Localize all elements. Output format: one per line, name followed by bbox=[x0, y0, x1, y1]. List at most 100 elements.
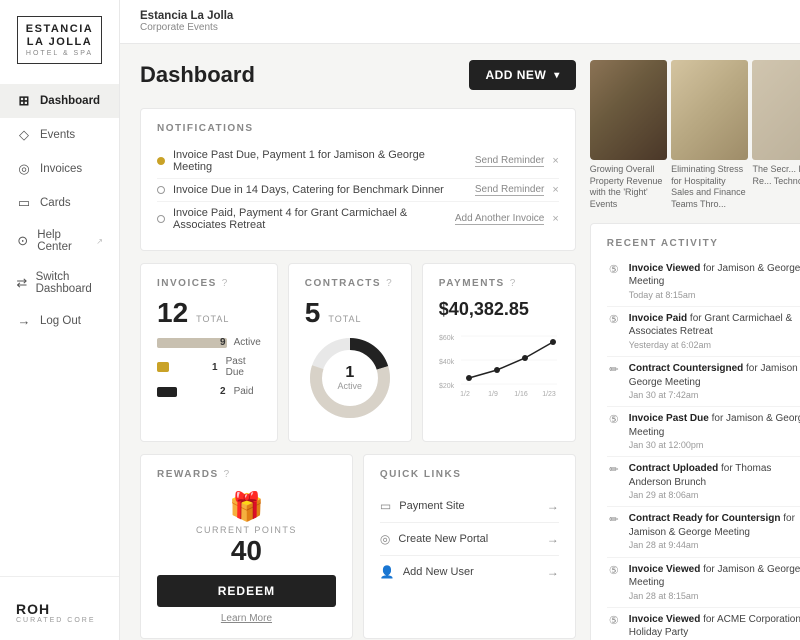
left-column: Dashboard ADD NEW ▾ NOTIFICATIONS Invoic… bbox=[140, 60, 576, 640]
main-area: Estancia La Jolla Corporate Events Dashb… bbox=[120, 0, 800, 640]
invoices-total-num: 12 bbox=[157, 299, 188, 327]
sidebar-item-switch-dashboard[interactable]: ⇄ Switch Dashboard bbox=[0, 262, 119, 304]
learn-more-link[interactable]: Learn More bbox=[157, 613, 336, 624]
activity-item-6: ✏ Contract Ready for Countersign for Jam… bbox=[607, 507, 800, 557]
activity-text-3: Contract Countersigned for Jamison & Geo… bbox=[629, 362, 800, 389]
rewards-title: REWARDS bbox=[157, 469, 219, 480]
add-user-label: Add New User bbox=[403, 566, 474, 578]
notification-item-2: Invoice Due in 14 Days, Catering for Ben… bbox=[157, 179, 559, 202]
sidebar-label-dashboard: Dashboard bbox=[40, 95, 100, 107]
quick-link-add-user[interactable]: 👤 Add New User → bbox=[380, 556, 559, 588]
notif-dot-outline-2 bbox=[157, 186, 165, 194]
quick-link-payment-site[interactable]: ▭ Payment Site → bbox=[380, 490, 559, 523]
activity-text-7: Invoice Viewed for Jamison & George Meet… bbox=[629, 563, 800, 590]
activity-item-1: ⑤ Invoice Viewed for Jamison & George Me… bbox=[607, 257, 800, 307]
sidebar-item-log-out[interactable]: → Log Out bbox=[0, 304, 119, 337]
payment-chart: $60k $40k $20k bbox=[439, 328, 559, 401]
logo-area: ESTANCIA LA JOLLA HOTEL & SPA bbox=[0, 16, 119, 84]
rewards-help-icon[interactable]: ? bbox=[224, 469, 230, 480]
svg-text:$20k: $20k bbox=[439, 383, 455, 390]
invoices-help-icon[interactable]: ? bbox=[222, 278, 228, 289]
invoice-icon-5: ⑤ bbox=[607, 614, 621, 640]
add-new-button[interactable]: ADD NEW ▾ bbox=[469, 60, 575, 90]
invoice-icon-4: ⑤ bbox=[607, 564, 621, 602]
invoice-icon-1: ⑤ bbox=[607, 263, 621, 301]
logo-line1: ESTANCIA bbox=[26, 23, 93, 36]
quick-links-card: QUICK LINKS ▭ Payment Site → ◎ Create Ne… bbox=[363, 454, 576, 639]
roh-text: ROH bbox=[16, 601, 103, 617]
contracts-label: CONTRACTS bbox=[305, 278, 381, 289]
inv-bar-paid: 2 Paid bbox=[157, 386, 261, 397]
paid-count: 2 bbox=[220, 386, 226, 397]
arrow-icon-3: → bbox=[547, 565, 559, 579]
user-icon: 👤 bbox=[380, 565, 395, 579]
stats-row: INVOICES ? 12 TOTAL 9 Active bbox=[140, 263, 576, 442]
notif-action-3[interactable]: Add Another Invoice bbox=[455, 213, 545, 225]
sidebar-bottom: ROH CURATED CORE bbox=[0, 576, 119, 640]
active-bar bbox=[157, 338, 227, 348]
photo-caption-1: Growing Overall Property Revenue with th… bbox=[590, 164, 667, 211]
sidebar-label-events: Events bbox=[40, 129, 75, 141]
svg-text:1/9: 1/9 bbox=[488, 391, 498, 398]
payment-line-chart: $60k $40k $20k bbox=[439, 328, 559, 398]
sidebar-label-cards: Cards bbox=[40, 197, 71, 209]
photo-caption-2: Eliminating Stress for Hospitality Sales… bbox=[671, 164, 748, 211]
redeem-button[interactable]: REDEEM bbox=[157, 575, 336, 607]
contracts-help-icon[interactable]: ? bbox=[386, 278, 392, 289]
close-icon-2[interactable]: × bbox=[552, 184, 558, 196]
sidebar-label-switch: Switch Dashboard bbox=[36, 271, 103, 295]
invoices-card: INVOICES ? 12 TOTAL 9 Active bbox=[140, 263, 278, 442]
activity-text-4: Invoice Past Due for Jamison & George Me… bbox=[629, 412, 800, 439]
photo-3 bbox=[752, 60, 800, 160]
activity-time-3: Jan 30 at 7:42am bbox=[629, 389, 800, 401]
invoices-total-label: TOTAL bbox=[196, 314, 229, 324]
sidebar-item-dashboard[interactable]: ⊞ Dashboard bbox=[0, 84, 119, 118]
invoice-icon-2: ⑤ bbox=[607, 313, 621, 351]
sidebar-item-invoices[interactable]: ◎ Invoices bbox=[0, 152, 119, 186]
bottom-row: REWARDS ? 🎁 CURRENT POINTS 40 REDEEM Lea… bbox=[140, 454, 576, 639]
notif-action-2[interactable]: Send Reminder bbox=[475, 184, 544, 196]
activity-text-1: Invoice Viewed for Jamison & George Meet… bbox=[629, 262, 800, 289]
sidebar-item-cards[interactable]: ▭ Cards bbox=[0, 186, 119, 220]
roh-logo: ROH CURATED CORE bbox=[0, 587, 119, 624]
notif-action-1[interactable]: Send Reminder bbox=[475, 155, 544, 167]
close-icon-1[interactable]: × bbox=[552, 155, 558, 167]
arrow-icon-1: → bbox=[547, 499, 559, 513]
logo-line3: HOTEL & SPA bbox=[26, 50, 93, 57]
sidebar-item-events[interactable]: ◇ Events bbox=[0, 118, 119, 152]
photos-container: › Growing Overall Property Revenue with … bbox=[590, 60, 800, 211]
paid-label: Paid bbox=[234, 386, 254, 397]
sidebar-item-help-center[interactable]: ⊙ Help Center ↗ bbox=[0, 220, 119, 262]
contracts-total-label: TOTAL bbox=[328, 314, 361, 324]
activity-time-4: Jan 30 at 12:00pm bbox=[629, 439, 800, 451]
paid-bar bbox=[157, 387, 177, 397]
notif-text-1: Invoice Past Due, Payment 1 for Jamison … bbox=[173, 149, 467, 173]
activity-item-7: ⑤ Invoice Viewed for Jamison & George Me… bbox=[607, 558, 800, 608]
active-count: 9 bbox=[220, 337, 226, 348]
sidebar-label-invoices: Invoices bbox=[40, 163, 82, 175]
activity-time-6: Jan 28 at 9:44am bbox=[629, 539, 800, 551]
notif-dot-yellow bbox=[157, 157, 165, 165]
contract-icon-1: ✏ bbox=[607, 363, 621, 401]
rewards-points-label: CURRENT POINTS bbox=[157, 525, 336, 535]
photos-strip: › bbox=[590, 60, 800, 160]
quick-link-create-portal[interactable]: ◎ Create New Portal → bbox=[380, 523, 559, 556]
rewards-points-num: 40 bbox=[157, 535, 336, 567]
venue-name: Estancia La Jolla bbox=[140, 10, 780, 22]
invoice-icon-3: ⑤ bbox=[607, 413, 621, 451]
contract-icon-2: ✏ bbox=[607, 463, 621, 501]
contracts-total-num: 5 bbox=[305, 299, 321, 327]
notifications-card: NOTIFICATIONS Invoice Past Due, Payment … bbox=[140, 108, 576, 251]
close-icon-3[interactable]: × bbox=[552, 213, 558, 225]
payments-label: PAYMENTS bbox=[439, 278, 505, 289]
help-icon: ⊙ bbox=[16, 233, 29, 249]
notifications-title: NOTIFICATIONS bbox=[157, 123, 559, 134]
gift-icon: 🎁 bbox=[157, 490, 336, 523]
payments-help-icon[interactable]: ? bbox=[510, 278, 516, 289]
sidebar-nav: ⊞ Dashboard ◇ Events ◎ Invoices ▭ Cards … bbox=[0, 84, 119, 576]
portal-icon: ◎ bbox=[380, 532, 390, 546]
logo: ESTANCIA LA JOLLA HOTEL & SPA bbox=[17, 16, 102, 64]
payment-amount: $40,382.85 bbox=[439, 299, 559, 320]
logo-line2: LA JOLLA bbox=[26, 36, 93, 49]
activity-text-6: Contract Ready for Countersign for Jamis… bbox=[629, 512, 800, 539]
